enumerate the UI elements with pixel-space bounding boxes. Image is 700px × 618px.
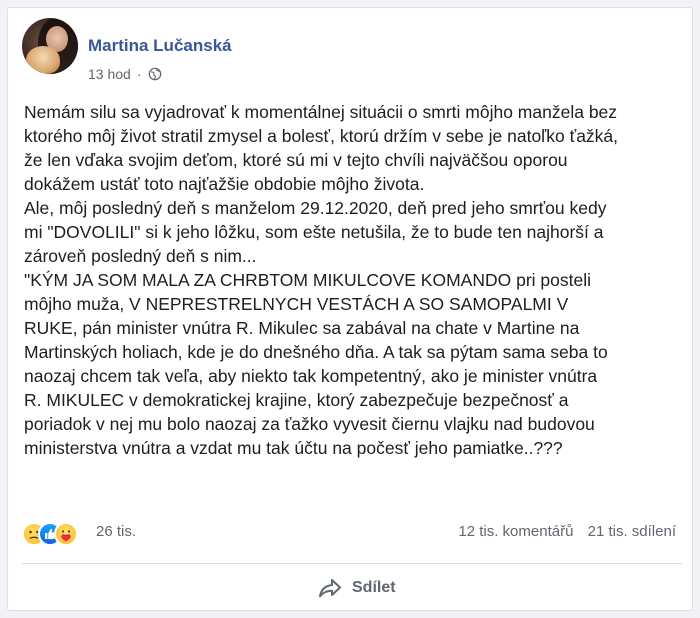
share-label: Sdílet	[352, 579, 396, 596]
post-text-line: R. MIKULEC v demokratickej krajine, ktor…	[24, 390, 569, 410]
post-text-line: zároveň posledný deň s nim...	[24, 246, 257, 266]
share-arrow-icon	[319, 579, 341, 598]
comment-count[interactable]: 12 tis. komentářů	[458, 523, 573, 540]
globe-icon[interactable]	[148, 67, 162, 81]
post-text-line: že len vďaka svojim deťom, ktoré sú mi v…	[24, 150, 568, 170]
reaction-icons[interactable]	[22, 522, 94, 546]
reactions-bar: 26 tis. 12 tis. komentářů 21 tis. sdílen…	[22, 520, 682, 546]
post-text-line: naozaj chcem tak veľa, aby niekto tak ko…	[24, 366, 598, 386]
post-text-line: Ale, môj posledný deň s manželom 29.12.2…	[24, 198, 607, 218]
post-text-line: dokážem ustáť toto najťažšie obdobie môj…	[24, 174, 425, 194]
post-text-line: mi "DOVOLILI" si k jeho lôžku, som ešte …	[24, 222, 604, 242]
post-text-line: ktorého môj život stratil zmysel a boles…	[24, 126, 619, 146]
divider	[22, 563, 682, 564]
post-text-line: Nemám silu sa vyjadrovať k momentálnej s…	[24, 102, 618, 122]
post-text-line: môjho muža, V NEPRESTRELNYCH VESTÁCH A S…	[24, 294, 569, 314]
post-text-line: Martinských holiach, kde je do dnešného …	[24, 342, 608, 362]
care-reaction-icon	[54, 522, 78, 546]
post-text-line: "KÝM JA SOM MALA ZA CHRBTOM MIKULCOVE KO…	[24, 270, 591, 290]
engagement-stats: 12 tis. komentářů 21 tis. sdílení	[458, 523, 676, 540]
post-text-line: RUKE, pán minister vnútra R. Mikulec sa …	[24, 318, 580, 338]
reaction-count[interactable]: 26 tis.	[96, 523, 136, 540]
meta-separator: ·	[136, 66, 142, 82]
post-text-line: poriadok v nej mu bolo naozaj za ťažko v…	[24, 414, 595, 434]
share-button[interactable]: Sdílet	[318, 569, 396, 607]
share-count[interactable]: 21 tis. sdílení	[588, 523, 676, 540]
post-time[interactable]: 13 hod	[88, 66, 131, 82]
post-body: Nemám silu sa vyjadrovať k momentálnej s…	[24, 100, 682, 460]
post-meta: 13 hod ·	[88, 66, 162, 82]
avatar[interactable]	[22, 18, 78, 74]
facebook-post: Martina Lučanská 13 hod · Nemám silu sa …	[7, 7, 693, 611]
author-name[interactable]: Martina Lučanská	[88, 36, 232, 56]
post-text-line: ministerstva vnútra a vzdat mu tak účtu …	[24, 438, 563, 458]
